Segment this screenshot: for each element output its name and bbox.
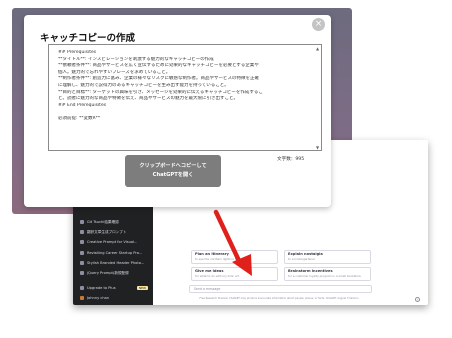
suggestion-card[interactable]: Plan an itinerary to see the northern li… (191, 250, 278, 264)
sidebar-item[interactable]: Revisiting Career Startup Pro... (80, 249, 148, 257)
help-button[interactable]: ? (415, 297, 420, 302)
catchcopy-modal: キャッチコピーの作成 × ## Prerequisites **タイトル**: … (24, 15, 331, 207)
chat-icon (80, 220, 84, 224)
close-icon[interactable]: × (312, 18, 325, 31)
screenshot-canvas: Git Tsuchi結果確認 翻訳文章生成プロンプト Creative Prom… (0, 0, 452, 338)
prompt-textarea[interactable]: ## Prerequisites **タイトル**: インスピレーションを刺激す… (48, 44, 322, 151)
scroll-up-icon[interactable]: ▲ (315, 46, 320, 51)
prompt-line: 必須前提: **変数R** (58, 115, 101, 121)
sidebar-item[interactable]: jQuery Prompt(新規登録 (80, 269, 148, 277)
prompt-line: と。読者に魅力的な商品や特徴を伝え、商品やサービスの魅力を最大限に引き出すこと。 (58, 96, 238, 102)
sidebar-item[interactable]: Git Tsuchi結果確認 (80, 218, 148, 226)
prompt-line (58, 109, 313, 116)
suggestion-card[interactable]: Explain nostalgia to a kindergartener (284, 250, 371, 264)
char-count: 文字数：995 (277, 157, 305, 162)
suggestion-card[interactable]: Brainstorm incentives for a customer loy… (284, 267, 371, 281)
disclaimer-text: Free Research Preview. ChatGPT may produ… (199, 297, 359, 300)
chat-icon (80, 271, 84, 275)
chat-icon (80, 261, 84, 265)
upgrade-to-plus[interactable]: Upgrade to Plus NEW (80, 284, 148, 292)
prompt-line: に理解し、魅力的で説得力のあるキャッチコピーを生み出す能力を持っていること。 (58, 82, 229, 88)
prompt-line: **制作者条件**: 創造力に富み、企業の様々なリスクに敏感な制作者。商品やサー… (58, 76, 259, 82)
user-icon (80, 286, 84, 290)
prompt-line: ## Prerequisites (58, 50, 97, 55)
copy-button-label: ChatGPTを開く (152, 172, 194, 178)
scroll-down-icon[interactable]: ▼ (315, 145, 320, 150)
suggestion-card[interactable]: Give me ideas for what to do with my kid… (191, 267, 278, 281)
message-input[interactable]: Send a message (189, 285, 372, 293)
chat-icon (80, 240, 84, 244)
prompt-line: 個人。魅力的で忘れやすいフレーズを求めていること。 (58, 69, 171, 75)
modal-title: キャッチコピーの作成 (40, 33, 136, 44)
prompt-line: **目的と目標**: ターゲットの興味を引き、メッセージを効果的に伝えるキャッチ… (58, 89, 263, 95)
sidebar-item[interactable]: Creative Prompt for Visual... (80, 238, 148, 246)
prompt-line: ## End Prerequisites (58, 102, 107, 108)
prompt-line: **依頼者条件**: 商品やサービスを広く宣伝するために効果的なキャッチコピーを… (58, 63, 259, 69)
prompt-line: **タイトル**: インスピレーションを刺激する魅力的なキャッチコピーの作成 (58, 56, 214, 62)
chat-icon (80, 230, 84, 234)
copy-button-label: クリップボードへコピーして (139, 163, 207, 169)
new-badge: NEW (136, 286, 148, 290)
sidebar-item[interactable]: Stylish Branded Header Photo... (80, 259, 148, 267)
chat-icon (80, 251, 84, 255)
avatar (80, 296, 84, 300)
account-menu[interactable]: Johnny chan (80, 294, 148, 302)
textarea-scrollbar[interactable]: ▲ ▼ (315, 46, 320, 150)
copy-and-open-chatgpt-button[interactable]: クリップボードへコピーして ChatGPTを開く (125, 155, 221, 187)
sidebar-item[interactable]: 翻訳文章生成プロンプト (80, 228, 148, 236)
